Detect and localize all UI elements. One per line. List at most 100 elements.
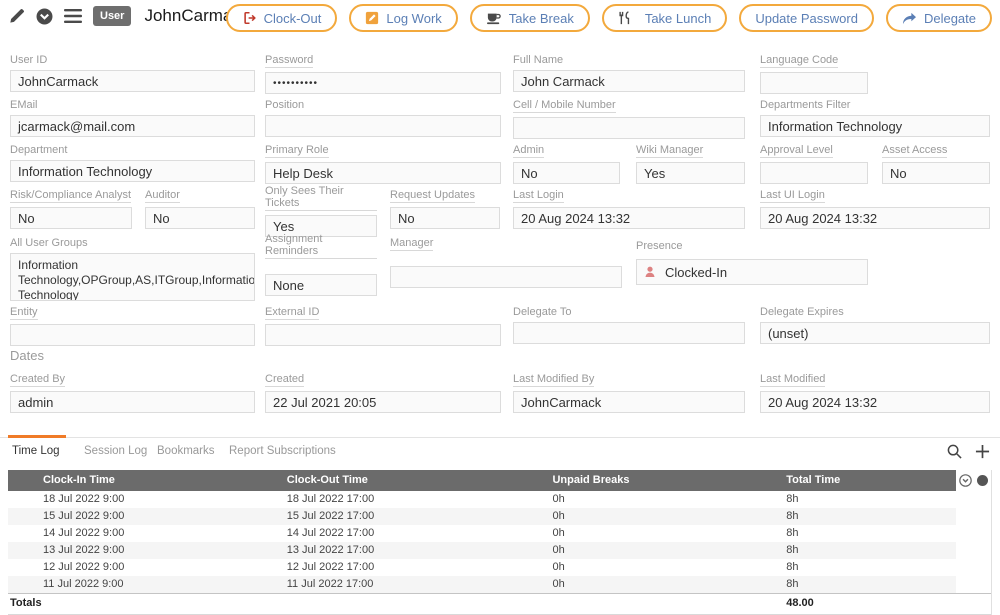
approval-level-input[interactable] (760, 162, 868, 184)
full-name-input[interactable]: John Carmack (513, 70, 745, 92)
last-ui-login-input[interactable]: 20 Aug 2024 13:32 (760, 207, 990, 229)
field-label: Last UI Login (760, 189, 825, 203)
last-modified-by-input[interactable]: JohnCarmack (513, 391, 745, 413)
share-icon (902, 12, 917, 25)
position-input[interactable] (265, 115, 501, 137)
department-input[interactable]: Information Technology (10, 160, 255, 182)
field-wiki-manager: Wiki Manager Yes (636, 140, 745, 184)
field-auditor: Auditor No (145, 185, 255, 229)
edit-icon[interactable] (8, 8, 25, 25)
field-delegate-to: Delegate To (513, 302, 745, 344)
field-label: Cell / Mobile Number (513, 99, 616, 113)
cell-clock-in: 13 Jul 2022 9:00 (8, 542, 252, 559)
totals-row: Totals 48.00 (8, 593, 991, 615)
person-icon (644, 266, 656, 278)
field-label: Departments Filter (760, 99, 850, 111)
cell-clock-out: 11 Jul 2022 17:00 (252, 576, 518, 593)
table-row[interactable]: 13 Jul 2022 9:00 13 Jul 2022 17:00 0h 8h (8, 542, 991, 559)
take-break-button[interactable]: Take Break (470, 4, 590, 32)
delegate-button[interactable]: Delegate (886, 4, 992, 32)
active-tab-indicator (8, 435, 66, 438)
auditor-input[interactable]: No (145, 207, 255, 229)
field-label: Last Login (513, 189, 564, 203)
take-lunch-button[interactable]: Take Lunch (602, 4, 728, 32)
tab-bookmarks[interactable]: Bookmarks (157, 445, 215, 457)
field-label: External ID (265, 306, 319, 320)
cell-total-time: 8h (751, 525, 956, 542)
last-modified-input[interactable]: 20 Aug 2024 13:32 (760, 391, 990, 413)
delegate-expires-input[interactable]: (unset) (760, 322, 990, 344)
user-id-input[interactable]: JohnCarmack (10, 70, 255, 92)
language-code-input[interactable] (760, 72, 868, 94)
departments-filter-input[interactable]: Information Technology (760, 115, 990, 137)
col-header-clock-in[interactable]: Clock-In Time (8, 470, 252, 491)
field-departments-filter: Departments Filter Information Technolog… (760, 95, 990, 137)
all-user-groups-input[interactable]: Information Technology,OPGroup,AS,ITGrou… (10, 253, 255, 301)
cell-clock-in: 12 Jul 2022 9:00 (8, 559, 252, 576)
created-by-input[interactable]: admin (10, 391, 255, 413)
request-updates-input[interactable]: No (390, 207, 500, 229)
manager-input[interactable] (390, 266, 622, 288)
tab-report-subscriptions[interactable]: Report Subscriptions (229, 445, 336, 457)
field-label: Entity (10, 306, 38, 320)
dates-section-title: Dates (10, 348, 44, 363)
admin-input[interactable]: No (513, 162, 620, 184)
password-input[interactable]: •••••••••• (265, 72, 501, 94)
col-header-total-time[interactable]: Total Time (751, 470, 956, 491)
cell-mobile-input[interactable] (513, 117, 745, 139)
risk-compliance-analyst-input[interactable]: No (10, 207, 132, 229)
tab-session-log[interactable]: Session Log (84, 445, 147, 457)
cell-unpaid-breaks: 0h (517, 576, 751, 593)
cell-clock-out: 12 Jul 2022 17:00 (252, 559, 518, 576)
created-input[interactable]: 22 Jul 2021 20:05 (265, 391, 501, 413)
cell-clock-out: 15 Jul 2022 17:00 (252, 508, 518, 525)
field-user-id: User ID JohnCarmack (10, 50, 255, 92)
table-row[interactable]: 18 Jul 2022 9:00 18 Jul 2022 17:00 0h 8h (8, 491, 991, 508)
log-work-button[interactable]: Log Work (349, 4, 457, 32)
table-row[interactable]: 12 Jul 2022 9:00 12 Jul 2022 17:00 0h 8h (8, 559, 991, 576)
col-header-unpaid-breaks[interactable]: Unpaid Breaks (517, 470, 751, 491)
cell-clock-out: 18 Jul 2022 17:00 (252, 491, 518, 508)
delegate-to-input[interactable] (513, 322, 745, 344)
menu-icon[interactable] (64, 9, 82, 23)
assignment-reminders-input[interactable]: None (265, 274, 377, 296)
field-label: Created By (10, 373, 65, 387)
tab-time-log[interactable]: Time Log (12, 445, 60, 457)
field-department: Department Information Technology (10, 140, 255, 182)
collapse-circle-icon[interactable] (36, 8, 53, 25)
cell-actions (956, 508, 991, 525)
column-options-icon[interactable] (977, 475, 988, 486)
field-label: Full Name (513, 54, 563, 66)
entity-input[interactable] (10, 324, 255, 346)
field-last-login: Last Login 20 Aug 2024 13:32 (513, 185, 745, 229)
email-input[interactable]: jcarmack@mail.com (10, 115, 255, 137)
wiki-manager-input[interactable]: Yes (636, 162, 745, 184)
last-login-input[interactable]: 20 Aug 2024 13:32 (513, 207, 745, 229)
update-password-button[interactable]: Update Password (739, 4, 874, 32)
table-row[interactable]: 11 Jul 2022 9:00 11 Jul 2022 17:00 0h 8h (8, 576, 991, 593)
clock-out-icon (242, 11, 257, 25)
field-approval-level: Approval Level (760, 140, 868, 184)
primary-role-input[interactable]: Help Desk (265, 162, 501, 184)
field-label: Wiki Manager (636, 144, 703, 158)
col-header-clock-out[interactable]: Clock-Out Time (252, 470, 518, 491)
collapse-rows-icon[interactable] (959, 474, 972, 487)
add-icon[interactable] (975, 444, 990, 459)
external-id-input[interactable] (265, 324, 501, 346)
field-asset-access: Asset Access No (882, 140, 990, 184)
asset-access-input[interactable]: No (882, 162, 990, 184)
table-row[interactable]: 15 Jul 2022 9:00 15 Jul 2022 17:00 0h 8h (8, 508, 991, 525)
presence-field[interactable]: Clocked-In (636, 259, 868, 285)
field-risk-compliance-analyst: Risk/Compliance Analyst No (10, 185, 132, 229)
clock-out-button[interactable]: Clock-Out (226, 4, 338, 32)
cell-unpaid-breaks: 0h (517, 542, 751, 559)
cell-clock-in: 11 Jul 2022 9:00 (8, 576, 252, 593)
table-row[interactable]: 14 Jul 2022 9:00 14 Jul 2022 17:00 0h 8h (8, 525, 991, 542)
user-profile-page: User JohnCarmack Clock-Out Log Work Take… (0, 0, 1000, 615)
log-work-icon (365, 11, 379, 25)
field-position: Position (265, 95, 501, 137)
search-icon[interactable] (947, 444, 962, 459)
cell-actions (956, 491, 991, 508)
field-admin: Admin No (513, 140, 620, 184)
cell-total-time: 8h (751, 542, 956, 559)
